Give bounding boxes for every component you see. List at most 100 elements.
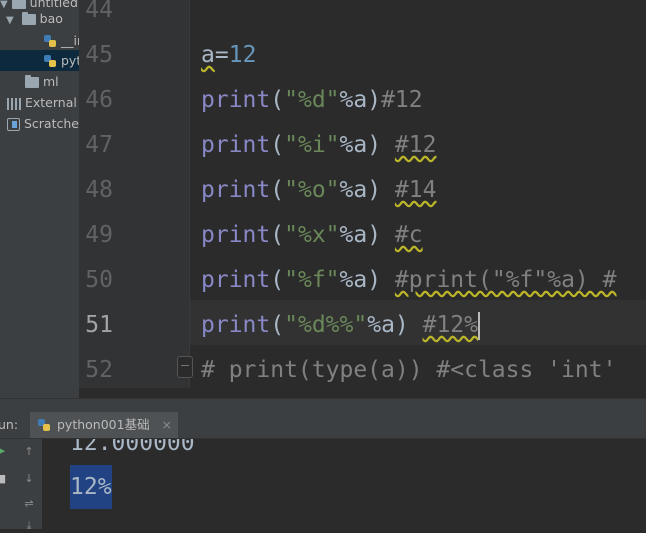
code-comment: #print("%f"%a) # (394, 267, 617, 293)
code-token: %a) (367, 312, 423, 338)
libraries-icon (7, 97, 21, 110)
tree-item-label: bao (39, 11, 63, 26)
code-token: ( (270, 132, 285, 158)
folder-icon (25, 75, 39, 88)
fold-marker-icon[interactable] (177, 356, 193, 378)
code-line-51[interactable]: print("%d%%"%a) #12% (201, 303, 480, 348)
arrow-down-icon[interactable]: ↓ (22, 472, 36, 486)
run-panel-header: un: python001基础 × (0, 412, 646, 439)
output-line-selected: 12% (70, 465, 112, 509)
code-token: " (284, 222, 298, 248)
line-number: 52 (85, 357, 113, 383)
code-token: print (201, 267, 271, 293)
code-token: " (284, 177, 298, 203)
tree-item-scratches[interactable]: Scratches (0, 113, 79, 134)
code-line-52[interactable]: # print(type(a)) #<class 'int' (201, 348, 616, 388)
folder-icon (21, 12, 36, 25)
chevron-down-icon[interactable]: ▼ (6, 15, 14, 26)
code-token: " (325, 132, 340, 158)
code-token: %x (297, 222, 326, 248)
code-token: " (284, 87, 298, 113)
code-token: ( (270, 177, 285, 203)
tree-item-label: External L (24, 95, 79, 110)
code-comment: # print(type(a)) #<class 'int' (201, 357, 617, 383)
tree-item-bao[interactable]: ▼ bao (0, 8, 79, 29)
code-token: " (284, 132, 298, 158)
code-comment: #12% (422, 312, 478, 338)
code-line-46[interactable]: print("%d"%a)#12 (201, 78, 423, 123)
code-token: %a) (339, 87, 382, 113)
code-token: " (325, 267, 340, 293)
code-token: 12 (228, 42, 257, 68)
run-tab[interactable]: python001基础 × (30, 412, 178, 438)
run-panel-divider[interactable] (0, 398, 646, 413)
code-token: %f (297, 267, 326, 293)
arrow-up-icon[interactable]: ↑ (22, 445, 36, 459)
tree-item-label: Scratches (23, 116, 79, 131)
code-comment: #c (394, 222, 423, 248)
project-tree: ▼ untitled ▼ bao __in pyt ml External L … (0, 0, 79, 398)
line-number: 50 (85, 267, 113, 293)
line-number-current: 51 (85, 312, 113, 338)
tree-item-python-file[interactable]: pyt (0, 50, 79, 71)
run-tab-title: python001基础 (57, 417, 150, 432)
line-number: 49 (85, 222, 113, 248)
code-line-50[interactable]: print("%f"%a) #print("%f"%a) # (201, 258, 616, 303)
code-token: ( (270, 312, 285, 338)
code-token: %o (297, 177, 326, 203)
code-token: print (201, 177, 271, 203)
code-token: ( (270, 222, 285, 248)
code-comment: #14 (394, 177, 437, 203)
code-token: ( (270, 87, 285, 113)
code-token: %a) (339, 267, 395, 293)
code-token: " (284, 312, 298, 338)
run-label: un: (0, 417, 19, 432)
code-token: %a) (339, 132, 395, 158)
rerun-icon[interactable]: ▶ (0, 444, 8, 458)
code-line-45[interactable]: a=12 (201, 33, 256, 78)
soft-wrap-icon[interactable]: ⇌ (22, 497, 36, 511)
line-number: 44 (85, 0, 113, 23)
python-file-icon (44, 55, 57, 68)
line-number: 46 (85, 87, 113, 113)
code-line-49[interactable]: print("%x"%a) #c (201, 213, 423, 258)
code-token: print (201, 222, 271, 248)
tree-item-ml[interactable]: ml (0, 71, 79, 92)
tree-item-external-libraries[interactable]: External L (0, 92, 79, 113)
line-number: 45 (85, 42, 113, 68)
python-file-icon (44, 35, 57, 48)
output-line: 12.000000 (70, 439, 195, 456)
scratches-icon (7, 118, 20, 131)
line-number: 47 (85, 132, 113, 158)
code-token: " (325, 177, 340, 203)
code-token: ( (270, 267, 285, 293)
python-file-icon (38, 419, 51, 432)
code-token: a (201, 42, 215, 68)
code-token: print (201, 132, 271, 158)
code-token: print (201, 87, 271, 113)
close-icon[interactable]: × (162, 412, 172, 438)
tree-item-label: pyt (60, 53, 79, 68)
line-number: 48 (85, 177, 113, 203)
run-console-output[interactable]: 12.000000 12% (42, 439, 646, 529)
code-token: " (325, 222, 340, 248)
code-token: %a) (339, 222, 395, 248)
stop-icon[interactable]: ■ (0, 472, 8, 486)
code-token: %i (297, 132, 326, 158)
text-caret (478, 311, 480, 340)
code-token: " (284, 267, 298, 293)
code-line-48[interactable]: print("%o"%a) #14 (201, 168, 436, 213)
code-editor[interactable]: a=12 print("%d"%a)#12 print("%i"%a) #12 … (190, 0, 646, 388)
code-token: " (325, 87, 340, 113)
code-token: %d (297, 87, 326, 113)
code-token: %d%% (297, 312, 354, 338)
run-toolbar: ▶ ↑ ■ ↓ ⇌ ⤓ (0, 439, 42, 532)
scroll-to-end-icon[interactable]: ⤓ (22, 519, 36, 533)
code-comment: #12 (394, 132, 437, 158)
code-token: " (353, 312, 368, 338)
code-comment: #12 (381, 87, 423, 113)
tree-item-label: __in (60, 33, 79, 48)
code-token: print (201, 312, 271, 338)
tree-item-init-file[interactable]: __in (0, 30, 79, 51)
code-line-47[interactable]: print("%i"%a) #12 (201, 123, 436, 168)
